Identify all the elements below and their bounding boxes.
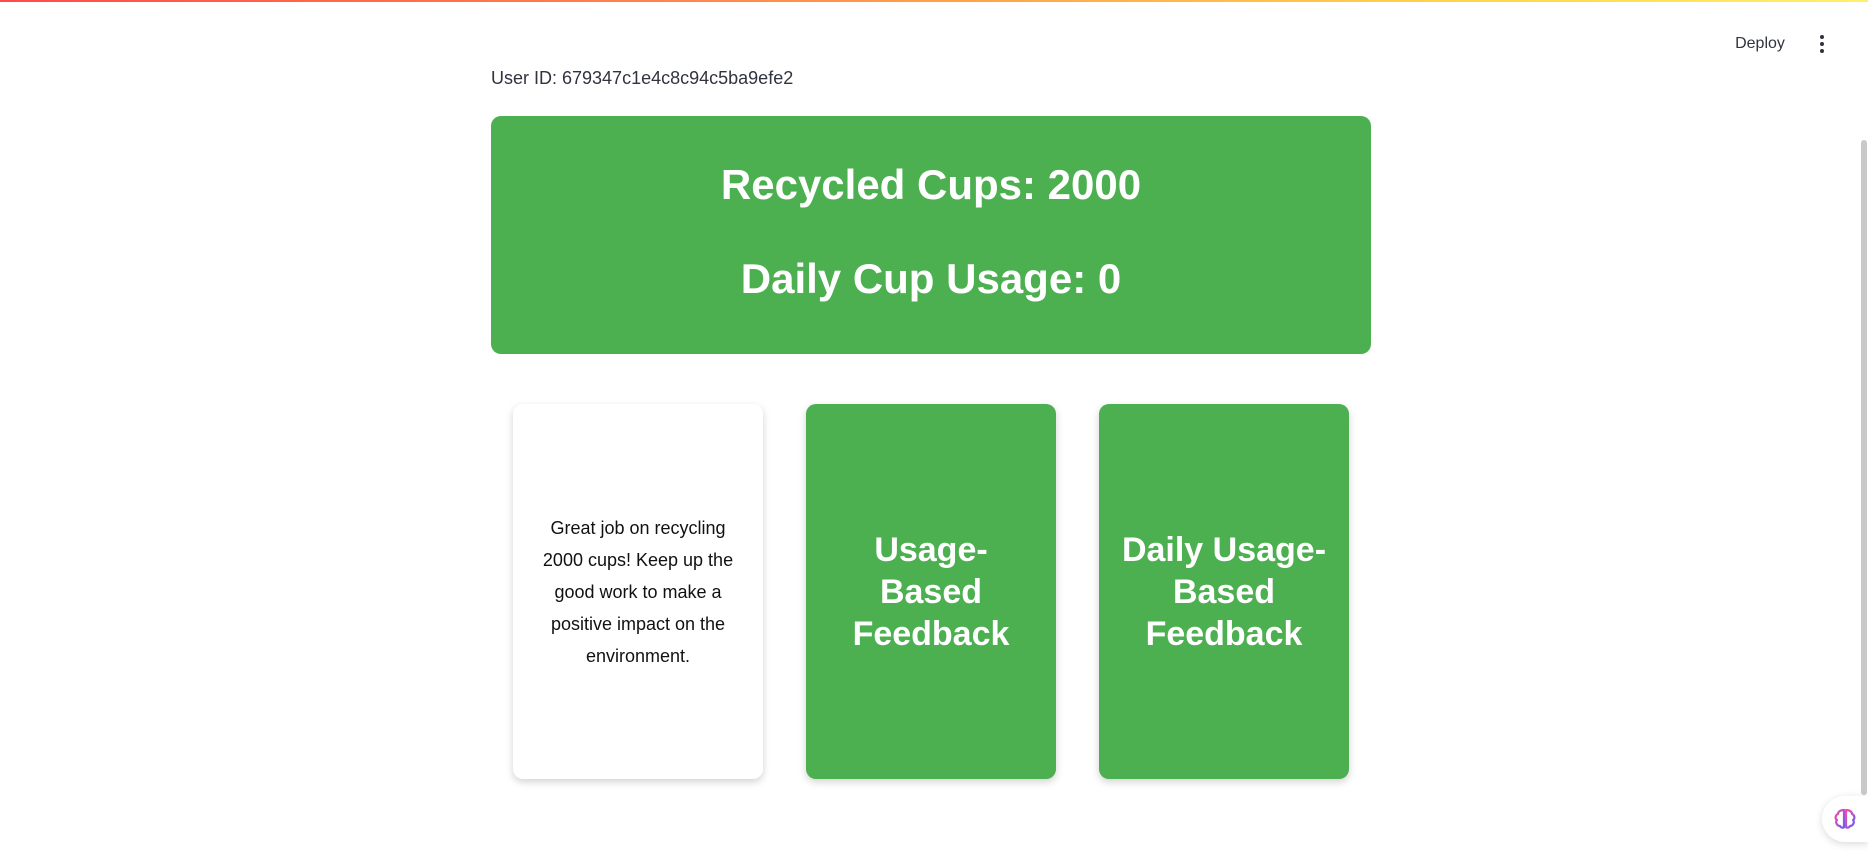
user-id-label: User ID: 679347c1e4c8c94c5ba9efe2 bbox=[491, 68, 794, 88]
daily-usage-based-feedback-label: Daily Usage-Based Feedback bbox=[1121, 530, 1327, 653]
usage-based-feedback-label: Usage-Based Feedback bbox=[852, 530, 1010, 653]
top-accent-bar bbox=[0, 0, 1868, 2]
daily-usage-based-feedback-card[interactable]: Daily Usage-Based Feedback bbox=[1099, 404, 1349, 779]
deploy-button[interactable]: Deploy bbox=[1720, 28, 1800, 60]
recycled-cups-stat: Recycled Cups: 2000 bbox=[720, 161, 1142, 208]
stats-panel: Recycled Cups: 2000 Daily Cup Usage: 0 bbox=[491, 116, 1371, 354]
kebab-vertical-icon bbox=[1820, 35, 1824, 39]
page-scrollbar[interactable] bbox=[1861, 140, 1867, 795]
brain-icon bbox=[1834, 808, 1856, 829]
main-menu-button[interactable] bbox=[1808, 30, 1836, 58]
daily-cup-usage-stat: Daily Cup Usage: 0 bbox=[740, 255, 1122, 302]
recycling-feedback-card[interactable]: Great job on recycling 2000 cups! Keep u… bbox=[513, 404, 763, 779]
assistant-button[interactable] bbox=[1822, 796, 1868, 842]
usage-based-feedback-card[interactable]: Usage-Based Feedback bbox=[806, 404, 1056, 779]
recycling-feedback-text: Great job on recycling 2000 cups! Keep u… bbox=[542, 517, 734, 666]
